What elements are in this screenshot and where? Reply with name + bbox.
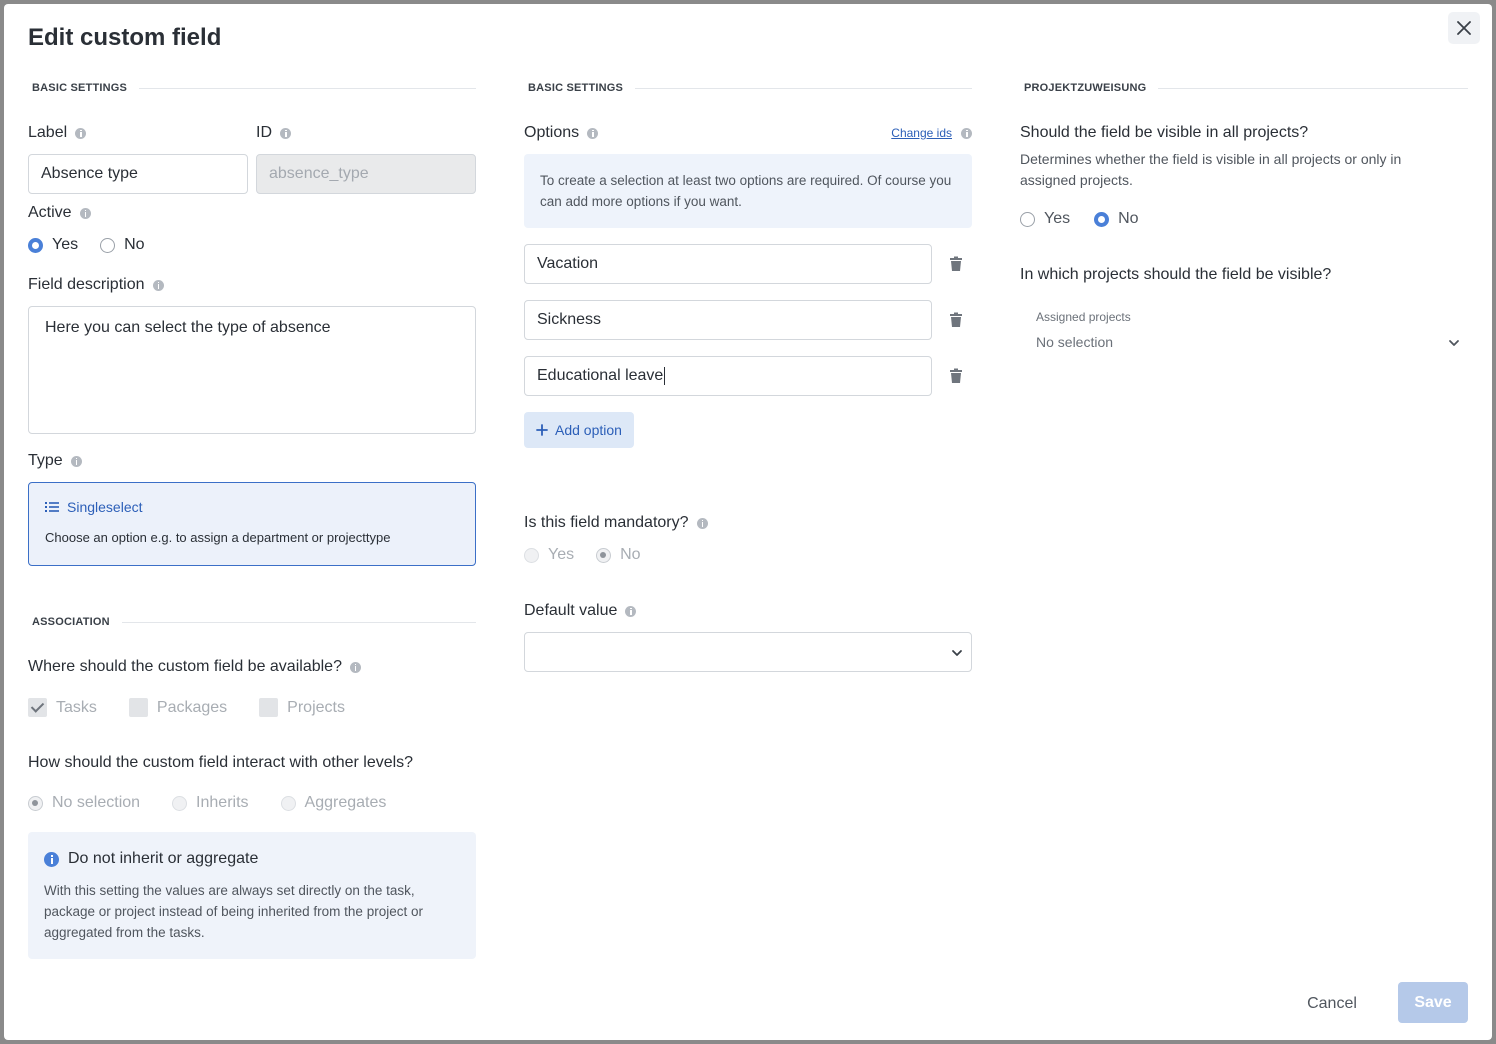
radio-unselected-icon (524, 547, 539, 563)
aggregates-radio: Aggregates (280, 794, 386, 812)
visible-all-label: Should the field be visible in all proje… (1020, 124, 1309, 141)
chevron-down-icon (952, 650, 962, 656)
section-heading-association: ASSOCIATION (28, 612, 476, 632)
default-value-select[interactable] (524, 632, 972, 672)
info-icon (625, 605, 637, 617)
availability-checkboxes: Tasks Packages Projects (28, 698, 377, 717)
trash-icon[interactable] (948, 368, 964, 384)
id-input: absence_type (256, 154, 476, 194)
text-cursor (664, 367, 666, 385)
visible-all-description: Determines whether the field is visible … (1020, 151, 1402, 188)
active-yes-radio[interactable]: Yes (28, 236, 78, 254)
active-radio-group: Yes No (28, 236, 167, 254)
mandatory-yes-radio: Yes (524, 546, 574, 564)
default-value-label: Default value (524, 602, 637, 620)
which-projects-label: In which projects should the field be vi… (1020, 266, 1332, 283)
option-input-2[interactable]: Sickness (524, 300, 932, 340)
radio-unselected-icon (172, 795, 188, 811)
visible-all-no-radio[interactable]: No (1094, 210, 1139, 228)
inheritance-info-box: Do not inherit or aggregate With this se… (28, 832, 476, 959)
info-icon (75, 127, 87, 139)
radio-selected-icon (28, 237, 43, 253)
option-input-1[interactable]: Vacation (524, 244, 932, 284)
close-button[interactable] (1448, 12, 1480, 44)
type-card-title: Singleselect (45, 499, 143, 515)
info-box-text: With this setting the values are always … (44, 883, 423, 940)
cancel-button[interactable]: Cancel (1284, 984, 1380, 1024)
radio-selected-icon (28, 795, 43, 811)
info-icon (349, 661, 361, 673)
section-heading-basic-settings-options: BASIC SETTINGS (524, 78, 972, 98)
id-field-label: ID (256, 124, 291, 142)
info-icon (961, 127, 972, 139)
field-description-label: Field description (28, 276, 164, 294)
info-icon (696, 517, 708, 529)
section-heading-basic-settings: BASIC SETTINGS (28, 78, 476, 98)
mandatory-radio-group: Yes No (524, 546, 663, 564)
section-heading-projektzuweisung: PROJEKTZUWEISUNG (1020, 78, 1468, 98)
info-box-title: Do not inherit or aggregate (44, 850, 258, 868)
inherits-radio: Inherits (172, 794, 249, 812)
availability-label: Where should the custom field be availab… (28, 658, 361, 676)
edit-custom-field-dialog: Edit custom field BASIC SETTINGS Label I… (4, 4, 1492, 1040)
save-button[interactable]: Save (1398, 982, 1468, 1023)
interaction-radio-group: No selection Inherits Aggregates (28, 794, 408, 812)
info-icon (44, 851, 59, 867)
change-ids-link[interactable]: Change ids (891, 126, 972, 140)
interaction-label: How should the custom field interact wit… (28, 754, 414, 771)
mandatory-no-radio: No (596, 546, 641, 564)
dialog-title: Edit custom field (28, 24, 222, 51)
active-no-radio[interactable]: No (100, 236, 145, 254)
assigned-projects-select[interactable]: No selection (1036, 332, 1460, 356)
projects-checkbox: Projects (259, 698, 345, 717)
info-icon (79, 207, 91, 219)
options-hint: To create a selection at least two optio… (524, 154, 972, 228)
type-card-description: Choose an option e.g. to assign a depart… (45, 530, 391, 545)
mandatory-label: Is this field mandatory? (524, 514, 708, 532)
type-card-singleselect[interactable]: Singleselect Choose an option e.g. to as… (28, 482, 476, 566)
plus-icon (536, 424, 548, 436)
list-icon (45, 502, 59, 512)
radio-selected-icon (596, 547, 612, 563)
radio-unselected-icon (1020, 211, 1035, 227)
field-description-textarea[interactable]: Here you can select the type of absence (28, 306, 476, 434)
info-icon (70, 455, 82, 467)
info-icon (152, 279, 164, 291)
chevron-down-icon (1449, 340, 1459, 346)
label-field-label: Label (28, 124, 87, 142)
options-label: Options (524, 124, 599, 142)
info-icon (280, 127, 291, 139)
radio-unselected-icon (100, 237, 116, 253)
add-option-button[interactable]: Add option (524, 412, 634, 448)
radio-selected-icon (1094, 211, 1110, 227)
option-input-3[interactable]: Educational leave (524, 356, 932, 396)
checkbox-checked-icon (28, 698, 47, 717)
close-icon (1457, 21, 1471, 35)
packages-checkbox: Packages (128, 698, 227, 717)
info-icon (587, 127, 599, 139)
no-selection-radio: No selection (28, 794, 140, 812)
active-label: Active (28, 204, 91, 222)
trash-icon[interactable] (948, 312, 964, 328)
type-label: Type (28, 452, 82, 470)
label-input[interactable]: Absence type (28, 154, 248, 194)
checkbox-unchecked-icon (259, 698, 279, 717)
checkbox-unchecked-icon (128, 698, 148, 717)
trash-icon[interactable] (948, 256, 964, 272)
radio-unselected-icon (280, 795, 296, 811)
tasks-checkbox: Tasks (28, 698, 97, 717)
assigned-projects-label: Assigned projects (1036, 310, 1131, 324)
visible-all-yes-radio[interactable]: Yes (1020, 210, 1070, 228)
visible-all-radio-group: Yes No (1020, 210, 1161, 228)
